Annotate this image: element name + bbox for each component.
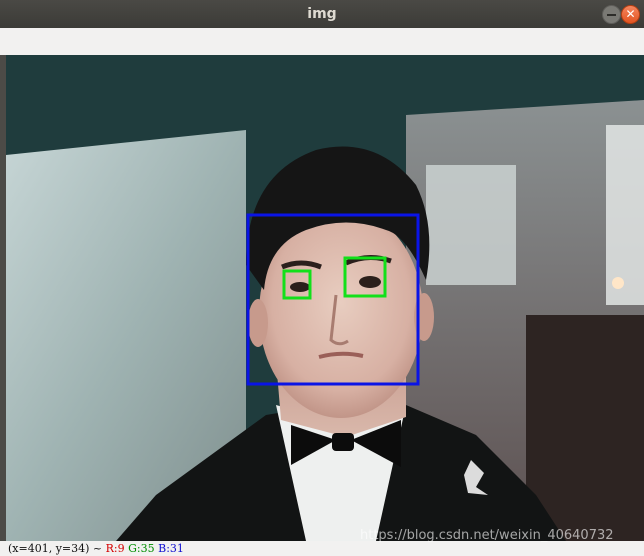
pixel-info: (x=401, y=34) ~ R:9 G:35 B:31 bbox=[8, 542, 184, 555]
title-bar[interactable]: img ✕ bbox=[0, 0, 644, 28]
window-title: img bbox=[307, 6, 337, 22]
app-window: img ✕ (x=401, y=34) ~ R:9 G:35 B:31 http… bbox=[0, 0, 644, 556]
close-icon: ✕ bbox=[625, 7, 636, 21]
status-bar: (x=401, y=34) ~ R:9 G:35 B:31 bbox=[0, 541, 644, 556]
toolbar bbox=[0, 28, 644, 56]
eye bbox=[290, 282, 310, 292]
window-pane bbox=[426, 165, 516, 285]
photo bbox=[6, 55, 644, 541]
minimize-icon bbox=[607, 14, 616, 16]
cursor-coords: (x=401, y=34) ~ bbox=[8, 542, 103, 555]
minimize-button[interactable] bbox=[602, 5, 621, 24]
lamp bbox=[612, 277, 624, 289]
green-value: G:35 bbox=[128, 542, 155, 555]
bow-tie-knot bbox=[332, 433, 354, 451]
close-button[interactable]: ✕ bbox=[621, 5, 640, 24]
watermark: https://blog.csdn.net/weixin_40640732 bbox=[360, 528, 614, 543]
ear bbox=[248, 299, 268, 347]
red-value: R:9 bbox=[105, 542, 125, 555]
blue-value: B:31 bbox=[158, 542, 184, 555]
window-pane bbox=[606, 125, 644, 305]
eye bbox=[359, 276, 381, 288]
image-canvas[interactable] bbox=[6, 55, 644, 541]
